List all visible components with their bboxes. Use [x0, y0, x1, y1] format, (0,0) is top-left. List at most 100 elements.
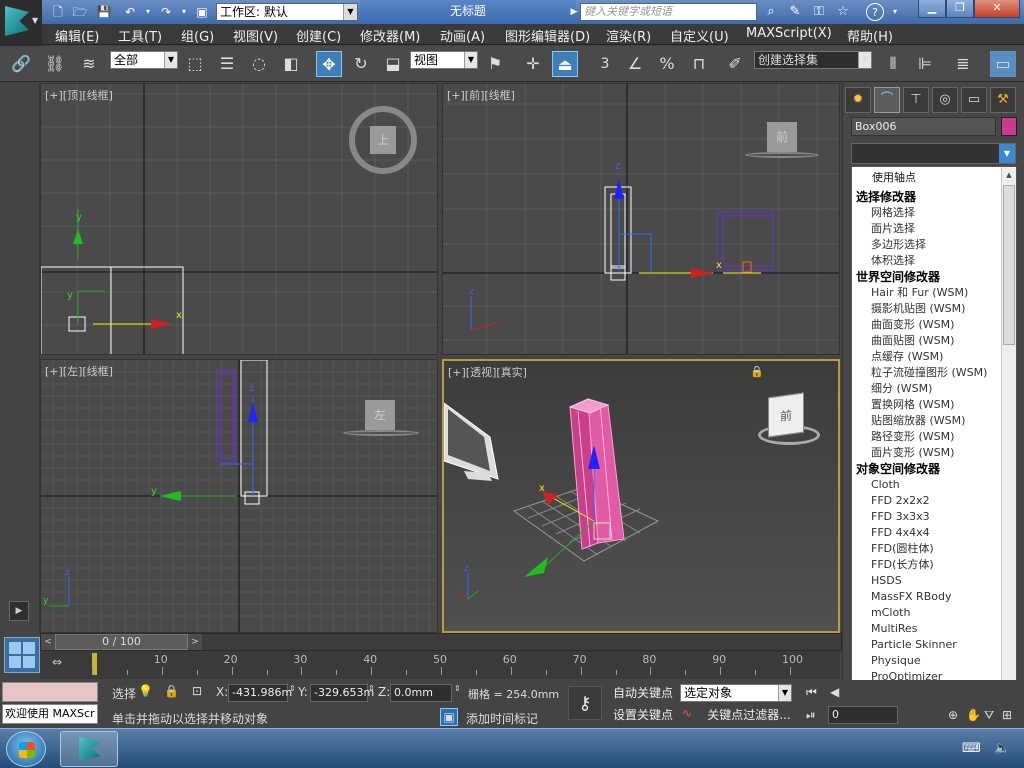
- maxscript-listener-input[interactable]: [2, 682, 98, 702]
- minimize-button[interactable]: ▁: [918, 0, 946, 18]
- modifier-item[interactable]: MultiRes: [852, 621, 1016, 637]
- workspace-selector[interactable]: 工作区: 默认 ▼: [216, 3, 358, 21]
- unlink-selection-icon[interactable]: ⛓: [42, 51, 68, 77]
- object-color-swatch[interactable]: [1001, 117, 1017, 136]
- viewcube-face[interactable]: 左: [365, 400, 395, 430]
- layer-manager-icon[interactable]: ≣: [950, 51, 976, 77]
- modifier-item[interactable]: 贴图缩放器 (WSM): [852, 413, 1016, 429]
- utilities-tab-icon[interactable]: ⚒: [990, 87, 1016, 113]
- modifier-item[interactable]: 面片变形 (WSM): [852, 445, 1016, 461]
- modifier-list[interactable]: 使用轴点 选择修改器 网格选择 面片选择 多边形选择 体积选择 世界空间修改器 Hair 和 …: [851, 166, 1017, 714]
- absolute-mode-icon[interactable]: ⊡: [192, 684, 202, 698]
- pan-view-icon[interactable]: ✋: [966, 708, 981, 722]
- current-frame-field[interactable]: 0: [828, 706, 898, 724]
- spinner-snap-icon[interactable]: ⊓: [686, 51, 712, 77]
- chevron-left-icon[interactable]: <: [41, 634, 55, 650]
- start-button[interactable]: [6, 731, 46, 767]
- help-icon[interactable]: ?: [866, 3, 884, 21]
- modifier-item[interactable]: 网格选择: [852, 205, 1016, 221]
- spinner-icon[interactable]: ⇕: [368, 684, 375, 693]
- maximize-viewport-icon[interactable]: ⊞: [1002, 708, 1012, 722]
- key-mode-dropdown[interactable]: 选定对象 ▼: [680, 684, 792, 702]
- keyboard-shortcut-override-icon[interactable]: ⏏: [552, 51, 578, 77]
- close-button[interactable]: ✕: [974, 0, 1020, 18]
- select-by-name-icon[interactable]: ☰: [214, 51, 240, 77]
- track-bar[interactable]: ⇔ 10 20 30 40 50 60 70 80 90 100: [40, 651, 840, 679]
- menu-create[interactable]: 创建(C): [296, 26, 341, 45]
- modifier-list-scrollbar[interactable]: ▲ ▼: [1001, 167, 1016, 713]
- maxscript-output[interactable]: 欢迎使用 MAXScr: [2, 704, 98, 724]
- scroll-up-icon[interactable]: ▲: [1002, 167, 1016, 183]
- taskbar-3dsmax-button[interactable]: [60, 731, 118, 767]
- spinner-icon[interactable]: ⇕: [454, 684, 461, 693]
- modifier-item[interactable]: 曲面变形 (WSM): [852, 317, 1016, 333]
- viewcube[interactable]: 前: [750, 392, 822, 451]
- window-crossing-icon[interactable]: ◧: [278, 51, 304, 77]
- graphite-modeling-tools-icon[interactable]: ▭: [990, 51, 1016, 77]
- modifier-item[interactable]: FFD 2x2x2: [852, 493, 1016, 509]
- modifier-item[interactable]: mCloth: [852, 605, 1016, 621]
- create-tab-icon[interactable]: ✹: [845, 87, 871, 113]
- menu-tools[interactable]: 工具(T): [118, 26, 162, 45]
- modifier-item[interactable]: FFD 3x3x3: [852, 509, 1016, 525]
- modifier-item[interactable]: 体积选择: [852, 253, 1016, 269]
- reference-coordinate-dropdown[interactable]: 视图 ▼: [410, 51, 478, 69]
- help-dropdown-icon[interactable]: ▾: [886, 3, 904, 21]
- y-coordinate-field[interactable]: -329.653m: [310, 684, 374, 702]
- select-and-move-icon[interactable]: ✥: [316, 51, 342, 77]
- modifier-item[interactable]: 路径变形 (WSM): [852, 429, 1016, 445]
- menu-group[interactable]: 组(G): [181, 26, 214, 45]
- modifier-item[interactable]: 面片选择: [852, 221, 1016, 237]
- redo-dropdown-icon[interactable]: ▾: [176, 4, 192, 20]
- previous-frame-icon[interactable]: ◀: [830, 685, 839, 699]
- add-time-tag[interactable]: 添加时间标记: [466, 710, 538, 727]
- percent-snap-icon[interactable]: %: [654, 51, 680, 77]
- isolate-selection-icon[interactable]: 💡: [138, 684, 153, 698]
- hierarchy-tab-icon[interactable]: ⊤: [903, 87, 929, 113]
- menu-graph-editors[interactable]: 图形编辑器(D): [505, 26, 590, 45]
- viewcube-face[interactable]: 前: [767, 122, 797, 152]
- modifier-item[interactable]: FFD(圆柱体): [852, 541, 1016, 557]
- modifier-item[interactable]: 曲面贴图 (WSM): [852, 333, 1016, 349]
- viewcube[interactable]: 左: [343, 400, 419, 440]
- select-and-rotate-icon[interactable]: ↻: [348, 51, 374, 77]
- snaps-toggle-icon[interactable]: 3: [592, 51, 618, 77]
- viewport-front[interactable]: [+][前][线框] z x z 前: [442, 83, 840, 355]
- align-icon[interactable]: ⊫: [912, 51, 938, 77]
- open-file-icon[interactable]: 🗁: [72, 4, 88, 20]
- select-and-manipulate-icon[interactable]: ✛: [520, 51, 546, 77]
- selection-lock-icon[interactable]: 🔒: [164, 684, 179, 698]
- modifier-item[interactable]: 置换网格 (WSM): [852, 397, 1016, 413]
- project-folder-icon[interactable]: ▣: [194, 4, 210, 20]
- viewport-layout-button[interactable]: [4, 637, 40, 673]
- display-tab-icon[interactable]: ▭: [961, 87, 987, 113]
- redo-icon[interactable]: ↷: [158, 4, 174, 20]
- time-slider[interactable]: < 0 / 100 >: [40, 633, 842, 651]
- set-key-button[interactable]: 设置关键点: [610, 705, 676, 725]
- undo-dropdown-icon[interactable]: ▾: [140, 4, 156, 20]
- modifier-item[interactable]: Physique: [852, 653, 1016, 669]
- auto-key-button[interactable]: 自动关键点: [610, 683, 676, 703]
- viewport-left[interactable]: [+][左][线框] y z z y 左: [40, 359, 438, 633]
- selection-filter-dropdown[interactable]: 全部 ▼: [110, 51, 178, 69]
- application-button[interactable]: ▼: [0, 0, 42, 48]
- angle-snap-icon[interactable]: ∠: [622, 51, 648, 77]
- menu-animation[interactable]: 动画(A): [440, 26, 485, 45]
- go-to-start-icon[interactable]: ⏮: [806, 685, 817, 700]
- key-filter-curve-icon[interactable]: ∿: [682, 706, 692, 720]
- motion-tab-icon[interactable]: ◎: [932, 87, 958, 113]
- key-filters-button[interactable]: 关键点过滤器...: [704, 705, 794, 725]
- viewport-perspective-label[interactable]: [+][透视][真实]: [448, 364, 527, 380]
- bind-space-warp-icon[interactable]: ≋: [76, 51, 102, 77]
- modifier-item[interactable]: 多边形选择: [852, 237, 1016, 253]
- edit-named-selection-icon[interactable]: ✐: [722, 51, 748, 77]
- menu-maxscript[interactable]: MAXScript(X): [746, 26, 832, 41]
- key-mode-toggle-icon[interactable]: ⏯: [806, 708, 816, 723]
- scrollbar-thumb[interactable]: [1003, 185, 1015, 345]
- maximize-button[interactable]: ❐: [946, 0, 974, 18]
- modifier-item[interactable]: Hair 和 Fur (WSM): [852, 285, 1016, 301]
- play-icon[interactable]: ▶: [9, 601, 29, 621]
- zoom-icon[interactable]: ⊕: [948, 708, 958, 722]
- viewcube-face[interactable]: 上: [370, 126, 396, 154]
- modifier-item[interactable]: FFD(长方体): [852, 557, 1016, 573]
